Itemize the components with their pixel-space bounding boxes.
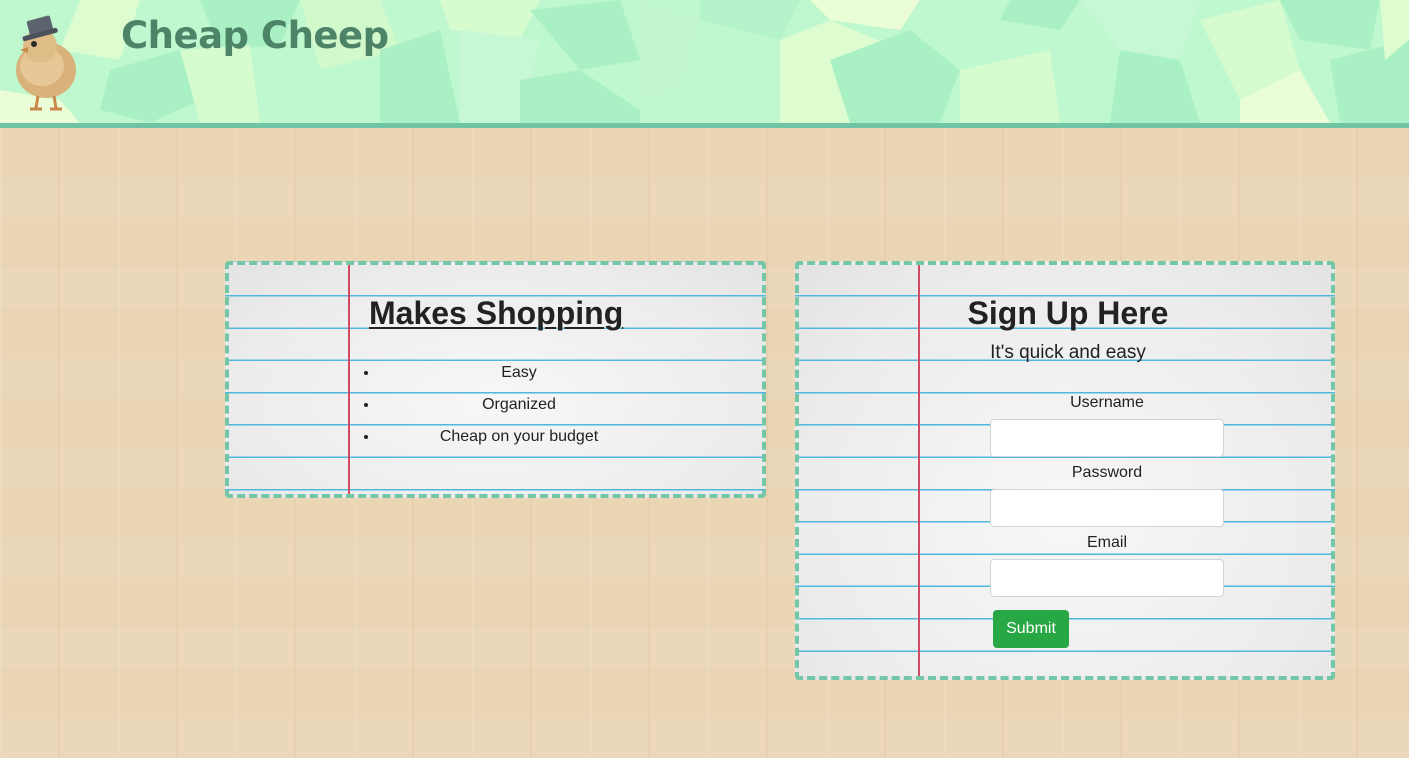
signup-title: Sign Up Here [967, 295, 1169, 331]
email-input[interactable] [990, 559, 1224, 597]
email-label: Email [1086, 534, 1127, 551]
list-item: Organized [379, 389, 659, 421]
features-list: Easy Organized Cheap on your budget [379, 357, 659, 453]
features-card: Makes Shopping Easy Organized Cheap on y… [225, 261, 766, 498]
list-item: Cheap on your budget [379, 421, 659, 453]
features-title: Makes Shopping [369, 295, 624, 331]
list-item: Easy [379, 357, 659, 389]
username-label: Username [1070, 394, 1144, 411]
signup-subtitle: It's quick and easy [990, 342, 1146, 363]
submit-button[interactable]: Submit [993, 610, 1069, 648]
password-label: Password [1071, 464, 1143, 481]
username-input[interactable] [990, 419, 1224, 457]
signup-card: Sign Up Here It's quick and easy Usernam… [795, 261, 1335, 680]
chick-with-top-hat-icon[interactable] [10, 8, 82, 112]
site-title[interactable]: Cheap Cheep [121, 14, 389, 57]
notebook-margin-line [348, 265, 350, 494]
site-header: Cheap Cheep [0, 0, 1409, 128]
password-input[interactable] [990, 489, 1224, 527]
